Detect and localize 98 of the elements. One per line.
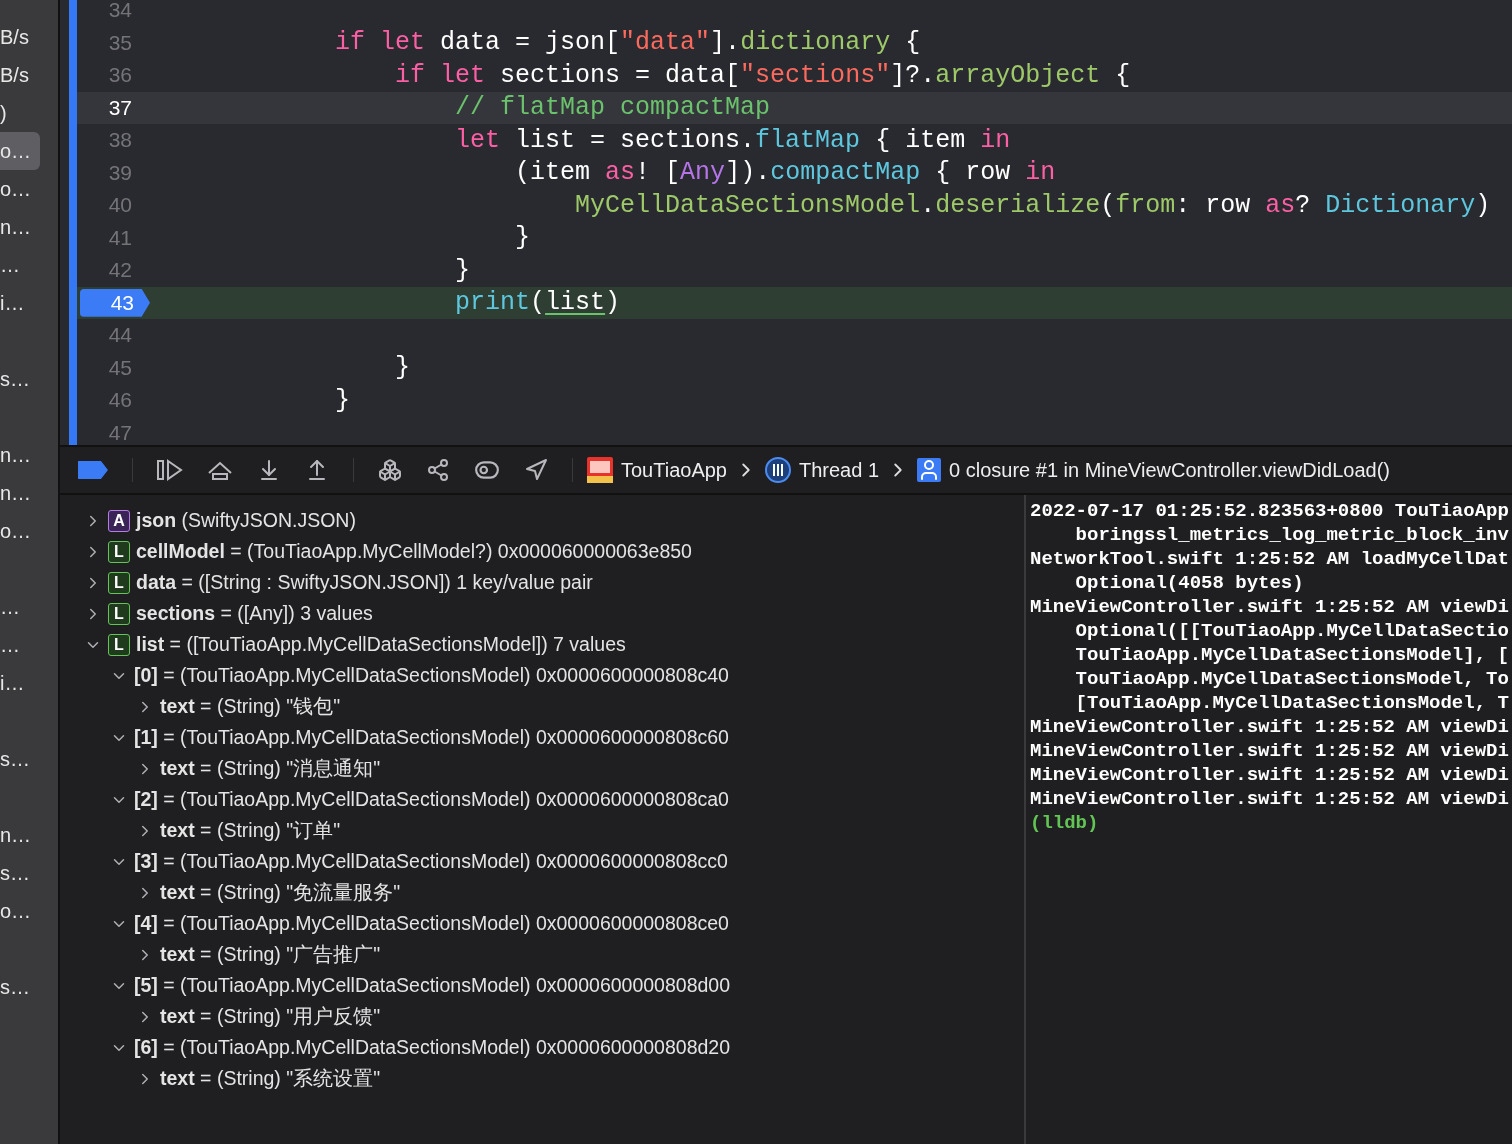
app-icon xyxy=(587,457,613,483)
sidebar-item[interactable]: n… xyxy=(0,816,40,854)
variable-row[interactable]: sections = ([Any]) 3 values xyxy=(136,602,373,625)
console-line: MineViewController.swift 1:25:52 AM viewDi xyxy=(1030,787,1510,811)
variable-row[interactable]: [1] = (TouTiaoApp.MyCellDataSectionsModel) 0x0000600000808c60 xyxy=(134,726,729,749)
sidebar-item[interactable]: B/s xyxy=(0,18,40,56)
variable-row[interactable]: text = (String) "消息通知" xyxy=(160,755,381,782)
variable-row[interactable]: [5] = (TouTiaoApp.MyCellDataSectionsModel) 0x0000600000808d00 xyxy=(134,974,731,997)
variable-row[interactable]: [4] = (TouTiaoApp.MyCellDataSectionsModel) 0x0000600000808ce0 xyxy=(134,912,729,935)
sidebar-item[interactable]: o… xyxy=(0,512,40,550)
sidebar-item[interactable]: n… xyxy=(0,474,40,512)
variable-row[interactable]: text = (String) "系统设置" xyxy=(160,1065,381,1092)
variable-row[interactable]: [2] = (TouTiaoApp.MyCellDataSectionsModel) 0x0000600000808ca0 xyxy=(134,788,729,811)
view-hierarchy-button[interactable] xyxy=(378,458,402,482)
console-line: MineViewController.swift 1:25:52 AM viewDi xyxy=(1030,739,1510,763)
breakpoints-toggle[interactable] xyxy=(78,461,108,479)
console-line: Optional([[TouTiaoApp.MyCellDataSectio xyxy=(1074,619,1510,643)
code-line: // flatMap compactMap xyxy=(454,93,771,123)
variable-row[interactable]: text = (String) "免流量服务" xyxy=(160,879,401,906)
variable-row[interactable]: text = (String) "广告推广" xyxy=(160,941,381,968)
code-line: print(list) xyxy=(454,288,621,318)
variable-row[interactable]: [3] = (TouTiaoApp.MyCellDataSectionsModel) 0x0000600000808cc0 xyxy=(134,850,728,873)
sidebar-item[interactable]: … xyxy=(0,626,40,664)
sidebar-item[interactable]: s… xyxy=(0,360,40,398)
code-line: MyCellDataSectionsModel.deserialize(from: row as? Dictionary) xyxy=(574,190,1491,220)
sidebar-item[interactable]: … xyxy=(0,588,40,626)
line-number: 44 xyxy=(107,322,133,349)
line-number: 46 xyxy=(107,387,133,414)
sidebar-item[interactable]: s… xyxy=(0,968,40,1006)
console-line: MineViewController.swift 1:25:52 AM viewDi xyxy=(1030,763,1510,787)
line-number: 34 xyxy=(107,0,133,24)
variable-row[interactable]: cellModel = (TouTiaoApp.MyCellModel?) 0x000060000063e850 xyxy=(136,540,692,563)
sidebar-item[interactable]: s… xyxy=(0,740,40,778)
variable-kind-badge: L xyxy=(108,633,130,656)
sidebar-item[interactable]: ) xyxy=(0,94,40,132)
breadcrumb[interactable]: TouTiaoApp xyxy=(587,457,727,483)
variable-row[interactable]: list = ([TouTiaoApp.MyCellDataSectionsModel]) 7 values xyxy=(136,633,626,656)
sidebar-item[interactable]: n… xyxy=(0,436,40,474)
code-line: (item as! [Any]).compactMap { row in xyxy=(514,158,1056,188)
console-line: boringssl_metrics_log_metric_block_inv xyxy=(1074,523,1510,547)
breadcrumb[interactable]: Thread 1 xyxy=(765,457,880,483)
line-number: 42 xyxy=(107,257,133,284)
line-number: 47 xyxy=(107,419,133,445)
lldb-prompt: (lldb) xyxy=(1030,811,1100,835)
continue-button[interactable] xyxy=(157,459,183,481)
sidebar-item[interactable]: B/s xyxy=(0,56,40,94)
person-icon xyxy=(917,458,942,482)
console-line: MineViewController.swift 1:25:52 AM viewDi xyxy=(1030,595,1510,619)
variable-kind-badge: L xyxy=(108,602,130,625)
code-line: let list = sections.flatMap { item in xyxy=(454,125,1011,155)
step-over-button[interactable] xyxy=(207,459,233,481)
console-line: 2022-07-17 01:25:52.823563+0800 TouTiaoApp xyxy=(1030,499,1510,523)
sidebar-item[interactable]: o… xyxy=(0,132,40,170)
line-number: 36 xyxy=(107,62,133,89)
sidebar-item[interactable]: s… xyxy=(0,854,40,892)
breakpoint-marker[interactable]: 43 xyxy=(80,288,150,317)
breakpoint-icon xyxy=(78,461,108,479)
code-line: } xyxy=(394,353,411,383)
console-line: MineViewController.swift 1:25:52 AM viewDi xyxy=(1030,715,1510,739)
variable-row[interactable]: json (SwiftyJSON.JSON) xyxy=(136,509,356,532)
variable-row[interactable]: text = (String) "用户反馈" xyxy=(160,1003,381,1030)
continue-icon xyxy=(157,459,183,481)
step-over-icon xyxy=(207,459,233,481)
console-line: NetworkTool.swift 1:25:52 AM loadMyCellDat xyxy=(1030,547,1510,571)
code-line: if let sections = data["sections"]?.arrayObject { xyxy=(394,60,1131,90)
console-line: TouTiaoApp.MyCellDataSectionsModel], [ xyxy=(1074,643,1510,667)
location-button[interactable] xyxy=(524,458,548,482)
code-line: } xyxy=(454,255,471,285)
variable-kind-badge: L xyxy=(108,571,130,594)
line-number: 41 xyxy=(107,224,133,251)
sidebar-item[interactable]: n… xyxy=(0,208,40,246)
console-line: TouTiaoApp.MyCellDataSectionsModel, To xyxy=(1074,667,1510,691)
sidebar-item[interactable]: o… xyxy=(0,892,40,930)
console-line: Optional(4058 bytes) xyxy=(1074,571,1305,595)
console-line: [TouTiaoApp.MyCellDataSectionsModel, T xyxy=(1074,691,1510,715)
variable-row[interactable]: text = (String) "订单" xyxy=(160,817,341,844)
variable-kind-badge: L xyxy=(108,540,130,563)
line-number: 37 xyxy=(107,94,133,121)
code-line: if let data = json["data"].dictionary { xyxy=(334,28,921,58)
variable-row[interactable]: text = (String) "钱包" xyxy=(160,693,341,720)
code-line: } xyxy=(514,223,531,253)
code-line: } xyxy=(334,385,351,415)
sidebar-item[interactable]: … xyxy=(0,246,40,284)
sidebar-item[interactable]: o… xyxy=(0,170,40,208)
thread-icon xyxy=(765,457,791,483)
variable-row[interactable]: [6] = (TouTiaoApp.MyCellDataSectionsModel) 0x0000600000808d20 xyxy=(134,1036,731,1059)
line-number: 45 xyxy=(107,354,133,381)
line-number: 39 xyxy=(107,159,133,186)
sidebar-item[interactable]: i… xyxy=(0,664,40,702)
sidebar-item[interactable]: i… xyxy=(0,284,40,322)
line-number: 40 xyxy=(107,192,133,219)
variable-row[interactable]: data = ([String : SwiftyJSON.JSON]) 1 key/value pair xyxy=(136,571,593,594)
variable-row[interactable]: [0] = (TouTiaoApp.MyCellDataSectionsModel) 0x0000600000808c40 xyxy=(134,664,729,687)
breadcrumb[interactable]: 0 closure #1 in MineViewController.viewDidLoad() xyxy=(917,458,1391,482)
memory-graph-button[interactable] xyxy=(426,458,450,482)
variable-kind-badge: A xyxy=(108,509,130,532)
line-number: 38 xyxy=(107,127,133,154)
line-number: 35 xyxy=(107,29,133,56)
